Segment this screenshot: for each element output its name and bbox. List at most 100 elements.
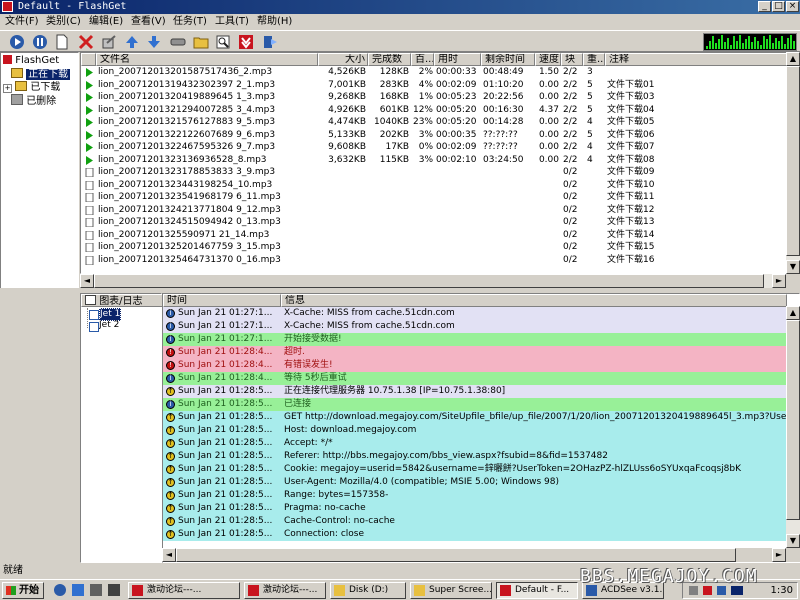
- log-scroll-thumb[interactable]: [786, 320, 800, 520]
- table-row[interactable]: lion_20071201324515094942 0_13.mp3 0/2 文件下…: [81, 216, 787, 229]
- hscroll-thumb[interactable]: [94, 274, 764, 288]
- jet-2[interactable]: Jet 2: [99, 320, 119, 331]
- tools-icon[interactable]: [170, 34, 186, 50]
- log-row[interactable]: ↑ Sun Jan 21 01:28:5... Cookie: megajoy=us…: [163, 463, 787, 476]
- scroll-thumb[interactable]: [786, 66, 800, 256]
- table-row[interactable]: lion_20071201321294007285 3_4.mp3 4,926KB…: [81, 104, 787, 117]
- download-list-hscroll[interactable]: ◄ ►: [80, 274, 800, 288]
- log-row[interactable]: ↑ Sun Jan 21 01:28:5... Host: download.meg…: [163, 424, 787, 437]
- quicklaunch-ie-icon[interactable]: [54, 584, 66, 596]
- minimize-button[interactable]: _: [758, 1, 771, 12]
- tray-input-icon[interactable]: [717, 586, 726, 595]
- log-row[interactable]: ↑ Sun Jan 21 01:28:5... Referer: http://bb…: [163, 450, 787, 463]
- quicklaunch-desktop-icon[interactable]: [72, 584, 84, 596]
- tray-language-icon[interactable]: [731, 586, 743, 595]
- find-icon[interactable]: [215, 34, 231, 50]
- log-row[interactable]: i Sun Jan 21 01:28:5... 已连接: [163, 398, 787, 411]
- table-row[interactable]: lion_20071201320158751743б_2.mp3 4,526KB 1…: [81, 66, 787, 79]
- log-row[interactable]: ↑ Sun Jan 21 01:28:5... Connection: close: [163, 528, 787, 541]
- log-row[interactable]: ↑ Sun Jan 21 01:28:5... Accept: */*: [163, 437, 787, 450]
- log-row[interactable]: ! Sun Jan 21 01:28:4... 超时.: [163, 346, 787, 359]
- column-filename[interactable]: 文件名: [96, 53, 318, 66]
- table-row[interactable]: lion_20071201323443198254_10.mp3 0/2 文件下载1…: [81, 179, 787, 192]
- taskbar-item[interactable]: 激动论坛---...: [244, 582, 326, 599]
- maximize-button[interactable]: □: [772, 1, 785, 12]
- log-row[interactable]: ↑ Sun Jan 21 01:28:5... 正在连接代理服务器 10.75.1.…: [163, 385, 787, 398]
- log-row[interactable]: ↑ Sun Jan 21 01:28:5... User-Agent: Mozill…: [163, 476, 787, 489]
- column-time[interactable]: 用时: [434, 53, 481, 66]
- table-row[interactable]: lion_20071201323136936528_8.mp3 3,632KB 11…: [81, 154, 787, 167]
- move-up-icon[interactable]: [124, 34, 140, 50]
- taskbar-item[interactable]: Default - F...: [496, 582, 578, 599]
- tree-root[interactable]: FlashGet: [3, 55, 59, 67]
- chart-log-tab[interactable]: 图表/日志: [81, 294, 163, 307]
- table-row[interactable]: lion_20071201325201467759 3_15.mp3 0/2 文件下…: [81, 241, 787, 254]
- properties-icon[interactable]: [101, 34, 117, 50]
- new-icon[interactable]: [54, 34, 70, 50]
- menu-edit[interactable]: 编辑(E): [89, 16, 123, 28]
- table-row[interactable]: lion_20071201320419889645 1_3.mp3 9,268KB…: [81, 91, 787, 104]
- log-row[interactable]: i Sun Jan 21 01:27:1... 开始接受数据!: [163, 333, 787, 346]
- tree-item-downloaded[interactable]: + 已下载: [3, 81, 60, 94]
- log-column-info[interactable]: 信息: [281, 294, 787, 307]
- log-row[interactable]: ↑ Sun Jan 21 01:28:5... Cache-Control: no-…: [163, 515, 787, 528]
- column-retry[interactable]: 重...: [583, 53, 605, 66]
- table-row[interactable]: lion_20071201322467595326 9_7.mp3 9,608KB…: [81, 141, 787, 154]
- flashget-app-icon[interactable]: [2, 1, 13, 12]
- start-icon[interactable]: [9, 34, 25, 50]
- log-hscroll-thumb[interactable]: [176, 548, 736, 562]
- scroll-up-button[interactable]: ▲: [786, 52, 800, 66]
- scroll-left-button[interactable]: ◄: [80, 274, 94, 288]
- table-row[interactable]: lion_20071201324213771804 9_12.mp3 0/2 文件下…: [81, 204, 787, 217]
- move-down-icon[interactable]: [146, 34, 162, 50]
- table-row[interactable]: lion_20071201321576127883 9_5.mp3 4,474KB…: [81, 116, 787, 129]
- log-row[interactable]: i Sun Jan 21 01:27:1... X-Cache: MISS from…: [163, 307, 787, 320]
- tray-network-icon[interactable]: [703, 586, 712, 595]
- log-scroll-right-button[interactable]: ►: [772, 548, 786, 562]
- table-row[interactable]: lion_20071201325590971 21_14.mp3 0/2 文件下载1…: [81, 229, 787, 242]
- log-row[interactable]: ↑ Sun Jan 21 01:28:5... Range: bytes=15735…: [163, 489, 787, 502]
- log-row[interactable]: ↑ Sun Jan 21 01:28:5... GET http://downloa…: [163, 411, 799, 424]
- taskbar-item[interactable]: Disk (D:): [330, 582, 406, 599]
- column-percent[interactable]: 百...: [411, 53, 434, 66]
- column-done[interactable]: 完成数: [368, 53, 411, 66]
- log-scroll-down-button[interactable]: ▼: [786, 534, 800, 548]
- tree-item-deleted[interactable]: 已删除: [11, 94, 56, 108]
- clock[interactable]: 1:30: [771, 583, 793, 598]
- log-row[interactable]: ! Sun Jan 21 01:28:4... 有错误发生!: [163, 359, 787, 372]
- menu-help[interactable]: 帮助(H): [257, 16, 292, 28]
- log-scroll-up-button[interactable]: ▲: [786, 306, 800, 320]
- expand-icon[interactable]: +: [3, 84, 12, 93]
- column-note[interactable]: 注释: [605, 53, 787, 66]
- close-button[interactable]: ×: [786, 1, 799, 12]
- pause-icon[interactable]: [32, 34, 48, 50]
- log-vscroll[interactable]: ▲ ▼: [786, 306, 800, 548]
- table-row[interactable]: lion_20071201323541968179 6_11.mp3 0/2 文件下…: [81, 191, 787, 204]
- scroll-down-button[interactable]: ▼: [786, 260, 800, 274]
- flashget-icon[interactable]: [238, 34, 254, 50]
- column-speed[interactable]: 速度: [535, 53, 561, 66]
- column-remaining[interactable]: 剩余时间: [481, 53, 535, 66]
- column-status[interactable]: [81, 53, 96, 66]
- column-blocks[interactable]: 块: [561, 53, 583, 66]
- scroll-right-button[interactable]: ►: [772, 274, 786, 288]
- log-row[interactable]: i Sun Jan 21 01:28:4... 等待 5秒后重试: [163, 372, 787, 385]
- tray-sound-icon[interactable]: [689, 586, 698, 595]
- tree-item-downloading[interactable]: 正在下载: [11, 68, 71, 81]
- menu-task[interactable]: 任务(T): [173, 16, 207, 28]
- taskbar-item[interactable]: 激动论坛---...: [128, 582, 240, 599]
- log-hscroll[interactable]: ◄ ►: [162, 548, 800, 562]
- title-bar[interactable]: Default - FlashGet _ □ ×: [0, 0, 800, 14]
- quicklaunch-app-icon[interactable]: [90, 584, 102, 596]
- menu-category[interactable]: 类别(C): [46, 16, 81, 28]
- menu-tools[interactable]: 工具(T): [215, 16, 249, 28]
- taskbar-item[interactable]: Super Scree...: [410, 582, 492, 599]
- quicklaunch-tool-icon[interactable]: [108, 584, 120, 596]
- log-scroll-left-button[interactable]: ◄: [162, 548, 176, 562]
- table-row[interactable]: lion_20071201325464731370 0_16.mp3 0/2 文件下…: [81, 254, 787, 267]
- column-size[interactable]: 大小: [318, 53, 368, 66]
- menu-view[interactable]: 查看(V): [131, 16, 166, 28]
- table-row[interactable]: lion_20071201322122607689 9_6.mp3 5,133KB…: [81, 129, 787, 142]
- download-list-vscroll[interactable]: ▲ ▼: [786, 52, 800, 274]
- exit-icon[interactable]: [262, 34, 278, 50]
